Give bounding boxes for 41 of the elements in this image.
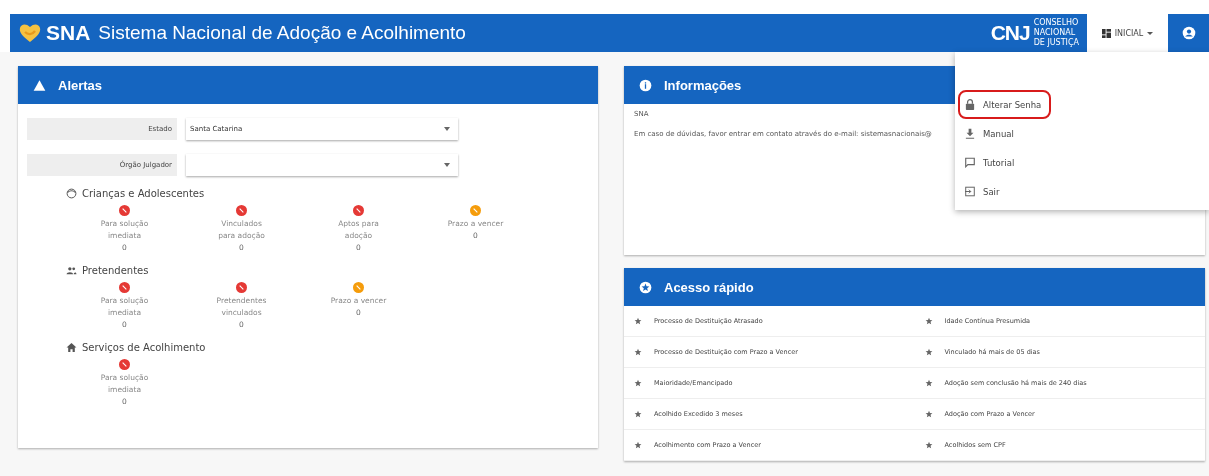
star-icon bbox=[924, 379, 933, 387]
org-logo-caption: DE JUSTIÇA bbox=[1033, 38, 1079, 48]
star-icon bbox=[924, 317, 933, 325]
account-icon bbox=[1182, 26, 1196, 40]
exit-icon bbox=[965, 186, 975, 197]
org-logo-caption: CONSELHO bbox=[1033, 18, 1079, 28]
menu-item[interactable]: Manual bbox=[958, 119, 1024, 148]
comment-icon bbox=[965, 157, 975, 168]
group-title: Pretendentes bbox=[82, 265, 149, 276]
caret-icon bbox=[1147, 31, 1154, 35]
download-icon bbox=[965, 128, 975, 139]
people-icon bbox=[66, 265, 77, 276]
menu-item[interactable]: Tutorial bbox=[958, 148, 1025, 177]
panel-title: Informações bbox=[664, 77, 742, 93]
panel-title: Acesso rápido bbox=[664, 279, 754, 295]
face-icon bbox=[66, 188, 77, 199]
star-icon bbox=[634, 348, 642, 356]
org-logo-text: CNJ bbox=[990, 21, 1030, 45]
star-icon bbox=[634, 317, 642, 325]
star-circle-icon bbox=[639, 280, 652, 294]
info-icon bbox=[639, 78, 652, 92]
app-title: Sistema Nacional de Adoção e Acolhimento bbox=[98, 22, 466, 44]
star-icon bbox=[924, 410, 933, 418]
star-icon bbox=[634, 379, 642, 387]
star-icon bbox=[924, 348, 933, 356]
menu-item[interactable]: Alterar Senha bbox=[958, 90, 1052, 119]
home-icon bbox=[66, 342, 77, 353]
group-title: Serviços de Acolhimento bbox=[82, 342, 206, 353]
lock-icon bbox=[965, 99, 975, 110]
star-icon bbox=[634, 441, 642, 449]
star-icon bbox=[924, 441, 933, 449]
org-logo-caption: NACIONAL bbox=[1033, 28, 1077, 38]
menu-item[interactable]: Sair bbox=[958, 177, 1010, 206]
panel-title: Alertas bbox=[58, 77, 103, 93]
home-menu-button[interactable]: INICIAL bbox=[1087, 14, 1168, 52]
group-title: Crianças e Adolescentes bbox=[82, 188, 205, 199]
heart-logo-icon bbox=[18, 23, 42, 43]
dashboard-icon bbox=[1101, 28, 1111, 38]
app-logo-text: SNA bbox=[46, 21, 91, 45]
warning-icon bbox=[33, 78, 46, 92]
star-icon bbox=[634, 410, 642, 418]
